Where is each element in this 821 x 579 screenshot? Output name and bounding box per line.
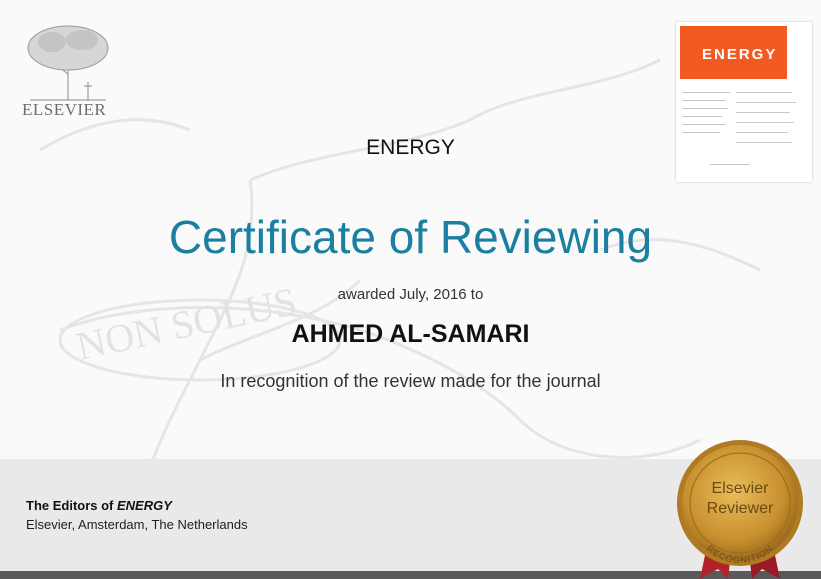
certificate-title: Certificate of Reviewing bbox=[168, 211, 653, 263]
editors-prefix: The Editors of bbox=[26, 498, 117, 513]
elsevier-tree-icon bbox=[27, 25, 109, 101]
cover-text-line bbox=[736, 122, 794, 123]
elsevier-logo: ELSEVIER bbox=[22, 22, 114, 120]
awarded-text: awarded July, 2016 to bbox=[337, 286, 484, 303]
cover-band: ENERGY bbox=[680, 26, 787, 79]
publisher-location: Elsevier, Amsterdam, The Netherlands bbox=[26, 517, 248, 532]
seal-line-2: Reviewer bbox=[707, 500, 774, 517]
cover-text-line bbox=[682, 116, 722, 117]
cover-text-line bbox=[682, 124, 726, 125]
cover-title: ENERGY bbox=[702, 46, 778, 63]
journal-name: ENERGY bbox=[366, 136, 455, 159]
cover-text-line bbox=[736, 102, 796, 103]
cover-text-line bbox=[736, 112, 790, 113]
cover-text-line bbox=[682, 92, 730, 93]
editors-journal: ENERGY bbox=[117, 498, 172, 513]
certificate-page: NON SOLUS ELSEVIER ENERGY ENERGY Certifi… bbox=[0, 0, 821, 579]
recipient-name: AHMED AL-SAMARI bbox=[291, 320, 530, 348]
publisher-name: ELSEVIER bbox=[22, 100, 107, 119]
editors-line: The Editors of ENERGY bbox=[26, 498, 172, 513]
reviewer-seal: Elsevier Reviewer RECOGNITION bbox=[677, 440, 803, 579]
seal-line-1: Elsevier bbox=[712, 480, 770, 497]
cover-text-line bbox=[736, 92, 792, 93]
recognition-text: In recognition of the review made for th… bbox=[220, 371, 601, 391]
cover-text-line bbox=[682, 132, 720, 133]
cover-text-line bbox=[682, 100, 726, 101]
cover-text-line bbox=[710, 164, 750, 165]
cover-text-line bbox=[682, 108, 728, 109]
cover-text-line bbox=[736, 132, 788, 133]
